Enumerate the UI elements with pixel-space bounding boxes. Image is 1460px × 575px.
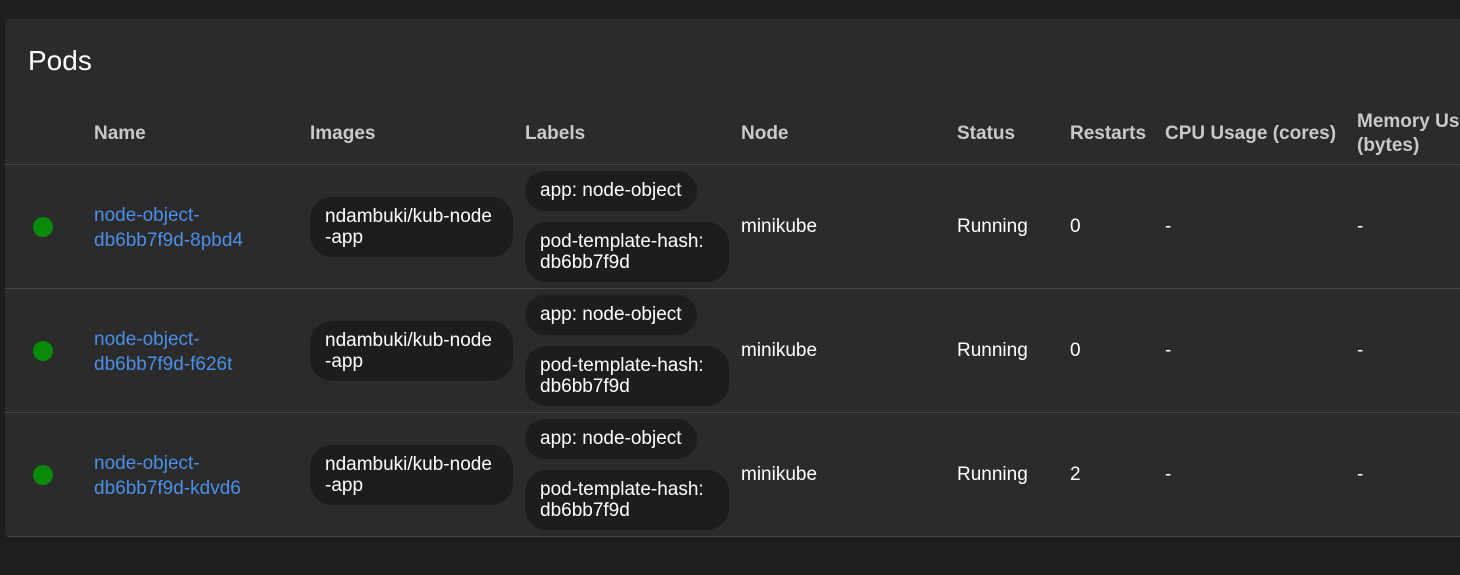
label-chip-app: app: node-object bbox=[525, 419, 697, 459]
cpu-usage-cell: - bbox=[1165, 340, 1172, 361]
table-header: Name Images Labels Node Status Restarts … bbox=[5, 106, 1460, 165]
pod-name-part-1: node-object- bbox=[94, 453, 200, 474]
image-chip: ndambuki/kub-node-app bbox=[310, 197, 513, 257]
restarts-cell: 2 bbox=[1070, 464, 1081, 485]
header-name[interactable]: Name bbox=[94, 122, 146, 146]
pod-name-link[interactable]: node-object- db6bb7f9d-kdvd6 bbox=[94, 451, 279, 501]
memory-usage-cell: - bbox=[1357, 464, 1364, 485]
status-cell: Running bbox=[957, 464, 1028, 485]
cpu-usage-cell: - bbox=[1165, 464, 1172, 485]
node-cell[interactable]: minikube bbox=[741, 339, 817, 363]
image-chip: ndambuki/kub-node-app bbox=[310, 321, 513, 381]
pods-table: Name Images Labels Node Status Restarts … bbox=[5, 106, 1460, 537]
pod-name-link[interactable]: node-object- db6bb7f9d-f626t bbox=[94, 327, 279, 377]
table-row: node-object- db6bb7f9d-kdvd6 ndambuki/ku… bbox=[5, 413, 1460, 537]
image-chip: ndambuki/kub-node-app bbox=[310, 445, 513, 505]
panel-title: Pods bbox=[28, 45, 92, 76]
pod-name-link[interactable]: node-object- db6bb7f9d-8pbd4 bbox=[94, 203, 279, 253]
header-memory-usage: Memory Us (bytes) bbox=[1357, 111, 1460, 156]
table-body: node-object- db6bb7f9d-8pbd4 ndambuki/ku… bbox=[5, 165, 1460, 537]
pod-name-part-1: node-object- bbox=[94, 329, 200, 350]
restarts-cell: 0 bbox=[1070, 340, 1081, 361]
status-cell: Running bbox=[957, 216, 1028, 237]
label-chip-pod-template-hash: pod-template-hash: db6bb7f9d bbox=[525, 222, 729, 282]
memory-usage-cell: - bbox=[1357, 340, 1364, 361]
status-indicator-icon bbox=[33, 217, 53, 237]
header-restarts[interactable]: Restarts bbox=[1070, 122, 1146, 146]
table-row: node-object- db6bb7f9d-f626t ndambuki/ku… bbox=[5, 289, 1460, 413]
header-status[interactable]: Status bbox=[957, 122, 1015, 146]
header-labels: Labels bbox=[525, 123, 586, 144]
status-indicator-icon bbox=[33, 341, 53, 361]
label-chip-pod-template-hash: pod-template-hash: db6bb7f9d bbox=[525, 470, 729, 530]
table-row: node-object- db6bb7f9d-8pbd4 ndambuki/ku… bbox=[5, 165, 1460, 289]
pods-panel: Pods Name Images Labels Node Status Rest… bbox=[5, 19, 1460, 537]
pod-name-part-1: node-object- bbox=[94, 205, 200, 226]
restarts-cell: 0 bbox=[1070, 216, 1081, 237]
pod-name-part-2: db6bb7f9d-8pbd4 bbox=[94, 230, 243, 251]
node-cell[interactable]: minikube bbox=[741, 215, 817, 239]
label-chip-app: app: node-object bbox=[525, 171, 697, 211]
pod-name-part-2: db6bb7f9d-f626t bbox=[94, 354, 233, 375]
status-indicator-icon bbox=[33, 465, 53, 485]
label-chip-app: app: node-object bbox=[525, 295, 697, 335]
label-chip-pod-template-hash: pod-template-hash: db6bb7f9d bbox=[525, 346, 729, 406]
node-cell[interactable]: minikube bbox=[741, 463, 817, 487]
header-cpu-usage: CPU Usage (cores) bbox=[1165, 123, 1337, 144]
cpu-usage-cell: - bbox=[1165, 216, 1172, 237]
header-node[interactable]: Node bbox=[741, 122, 789, 146]
pod-name-part-2: db6bb7f9d-kdvd6 bbox=[94, 478, 241, 499]
memory-usage-cell: - bbox=[1357, 216, 1364, 237]
status-cell: Running bbox=[957, 340, 1028, 361]
header-images: Images bbox=[310, 123, 376, 144]
